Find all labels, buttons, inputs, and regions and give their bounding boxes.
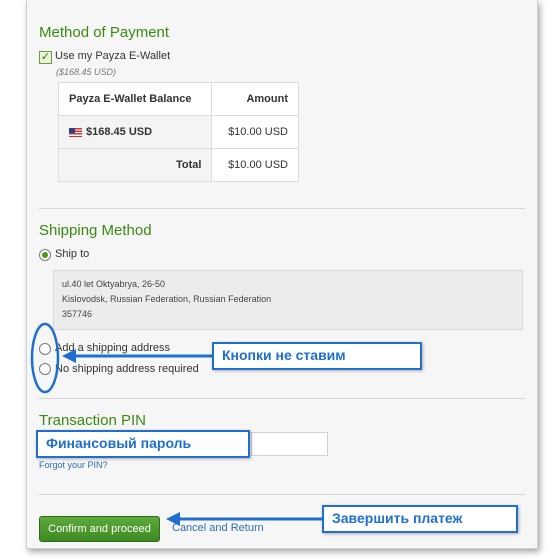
annotation-arrowhead <box>166 512 180 526</box>
highlight-ellipse <box>30 322 60 394</box>
annotation-arrowhead <box>62 349 76 363</box>
annotation-financial-password: Финансовый пароль <box>36 430 250 458</box>
annotation-overlay <box>30 322 322 526</box>
annotation-no-buttons: Кнопки не ставим <box>212 342 422 370</box>
annotation-complete-payment: Завершить платеж <box>322 505 518 533</box>
